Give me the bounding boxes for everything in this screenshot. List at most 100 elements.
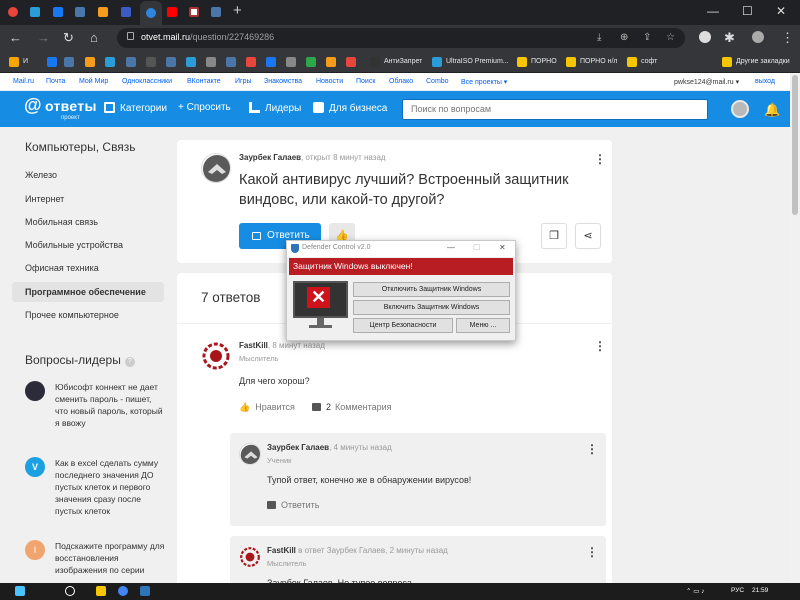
scrollbar-thumb[interactable]	[792, 75, 798, 215]
avatar[interactable]	[201, 341, 231, 371]
bookmark[interactable]	[206, 55, 216, 68]
close-window-button[interactable]: ✕	[776, 4, 786, 18]
sidebar-item-mobile-devices[interactable]: Мобильные устройства	[12, 235, 164, 255]
more-icon[interactable]: ⋮	[586, 545, 598, 559]
sidebar-item-internet[interactable]: Интернет	[12, 189, 164, 209]
bookmark[interactable]	[64, 55, 74, 68]
clock[interactable]: 21:59	[752, 587, 768, 594]
explorer-icon[interactable]	[96, 586, 106, 596]
like-button[interactable]: 👍 Нравится	[239, 402, 295, 413]
extensions-puzzle-icon[interactable]: ✱	[724, 30, 735, 46]
search-box[interactable]	[402, 99, 708, 120]
sidebar-item-hardware[interactable]: Железо	[12, 165, 164, 185]
start-icon[interactable]	[15, 586, 25, 596]
sidebar-item-mobile-network[interactable]: Мобильная связь	[12, 212, 164, 232]
portal-link[interactable]: Mail.ru	[13, 78, 34, 85]
user-email[interactable]: pwkse124@mail.ru ▾	[674, 78, 739, 86]
tab[interactable]	[8, 4, 24, 20]
language-indicator[interactable]: РУС	[731, 587, 744, 594]
more-icon[interactable]: ⋮	[594, 152, 606, 166]
portal-link[interactable]: Почта	[46, 78, 65, 85]
avatar[interactable]	[201, 153, 231, 183]
author-name[interactable]: FastKill	[239, 341, 268, 350]
zoom-icon[interactable]: ⊕	[620, 32, 628, 43]
maximize-button[interactable]: ☐	[473, 243, 480, 252]
tab[interactable]	[75, 4, 91, 20]
close-button[interactable]: ✕	[499, 243, 506, 252]
reload-icon[interactable]: ↻	[63, 30, 74, 46]
reply-button[interactable]: Ответить	[267, 500, 319, 510]
portal-link[interactable]: Облако	[389, 78, 413, 85]
help-icon[interactable]: ?	[124, 357, 135, 367]
author-name[interactable]: FastKill	[267, 546, 296, 555]
tab[interactable]	[211, 4, 227, 20]
new-tab-button[interactable]: +	[233, 3, 242, 19]
portal-link[interactable]: Поиск	[356, 78, 375, 85]
profile-avatar-icon[interactable]	[752, 31, 764, 43]
avatar[interactable]	[239, 546, 261, 568]
tab[interactable]	[30, 4, 46, 20]
address-bar[interactable]: otvet.mail.ru/question/227469286 ⤓ ⊕ ⇪ ☆	[117, 28, 685, 48]
bookmark[interactable]	[166, 55, 176, 68]
extension-icon[interactable]	[699, 31, 711, 43]
bookmark-folder[interactable]: ПОРНО н/л	[566, 55, 618, 68]
comments-toggle[interactable]: 2 Комментария	[312, 402, 392, 412]
bookmark[interactable]	[105, 55, 115, 68]
back-icon[interactable]: ←	[9, 30, 22, 45]
disable-defender-button[interactable]: Отключить Защитник Windows	[353, 282, 510, 297]
logout-link[interactable]: выход	[755, 78, 775, 85]
tab[interactable]	[189, 4, 205, 20]
window-titlebar[interactable]: Defender Control v2.0 — ☐ ✕	[287, 241, 515, 257]
tab-active[interactable]	[140, 1, 162, 25]
otvety-logo[interactable]: @ ответы проект	[24, 95, 96, 121]
bookmark[interactable]	[346, 55, 356, 68]
more-icon[interactable]: ⋮	[594, 339, 606, 353]
chrome-menu-icon[interactable]: ⋮	[781, 30, 794, 46]
minimize-button[interactable]: —	[707, 4, 719, 18]
tab[interactable]	[98, 4, 114, 20]
bookmark-folder[interactable]: софт	[627, 55, 657, 68]
portal-link[interactable]: Combo	[426, 78, 449, 85]
bookmark-button[interactable]: ❐	[541, 223, 567, 249]
url-text[interactable]: otvet.mail.ru/question/227469286	[141, 32, 274, 42]
security-center-button[interactable]: Центр Безопасности	[353, 318, 453, 333]
portal-link[interactable]: Игры	[235, 78, 252, 85]
enable-defender-button[interactable]: Включить Защитник Windows	[353, 300, 510, 315]
share-button[interactable]: ⋖	[575, 223, 601, 249]
bookmark-star-icon[interactable]: ☆	[666, 32, 675, 43]
all-projects-link[interactable]: Все проекты ▾	[461, 78, 507, 86]
chrome-icon[interactable]	[118, 586, 128, 596]
install-icon[interactable]: ⤓	[597, 32, 601, 43]
bookmark[interactable]	[186, 55, 196, 68]
nav-leaders[interactable]: Лидеры	[249, 102, 301, 114]
bookmark[interactable]: И	[9, 55, 28, 68]
bookmark-folder[interactable]: ПОРНО	[517, 55, 557, 68]
tray-icons[interactable]: ⌃ ▭ ♪	[686, 587, 704, 595]
sidebar-item-office[interactable]: Офисная техника	[12, 258, 164, 278]
forward-icon[interactable]: →	[37, 30, 50, 45]
bookmark[interactable]	[47, 55, 57, 68]
portal-link[interactable]: Новости	[316, 78, 343, 85]
bookmark[interactable]	[146, 55, 156, 68]
bookmark-ultraiso[interactable]: UltraISO Premium...	[432, 55, 509, 68]
bookmark[interactable]	[246, 55, 256, 68]
portal-link[interactable]: Мой Мир	[79, 78, 108, 85]
sidebar-item-software[interactable]: Программное обеспечение	[12, 282, 164, 302]
bookmark[interactable]	[226, 55, 236, 68]
portal-link[interactable]: Знакомства	[264, 78, 302, 85]
avatar[interactable]	[239, 443, 261, 465]
page-scrollbar[interactable]	[790, 73, 800, 583]
share-icon[interactable]: ⇪	[643, 32, 651, 43]
portal-link[interactable]: ВКонтакте	[187, 78, 221, 85]
tab[interactable]	[121, 4, 137, 20]
menu-button[interactable]: Меню ...	[456, 318, 510, 333]
other-bookmarks[interactable]: Другие закладки	[722, 55, 790, 68]
bell-icon[interactable]: 🔔	[764, 102, 780, 118]
more-icon[interactable]: ⋮	[586, 442, 598, 456]
search-icon[interactable]	[65, 586, 75, 596]
bookmark[interactable]	[266, 55, 276, 68]
maximize-button[interactable]: ☐	[742, 4, 753, 18]
bookmark[interactable]	[126, 55, 136, 68]
bookmark[interactable]	[85, 55, 95, 68]
tab[interactable]	[53, 4, 69, 20]
